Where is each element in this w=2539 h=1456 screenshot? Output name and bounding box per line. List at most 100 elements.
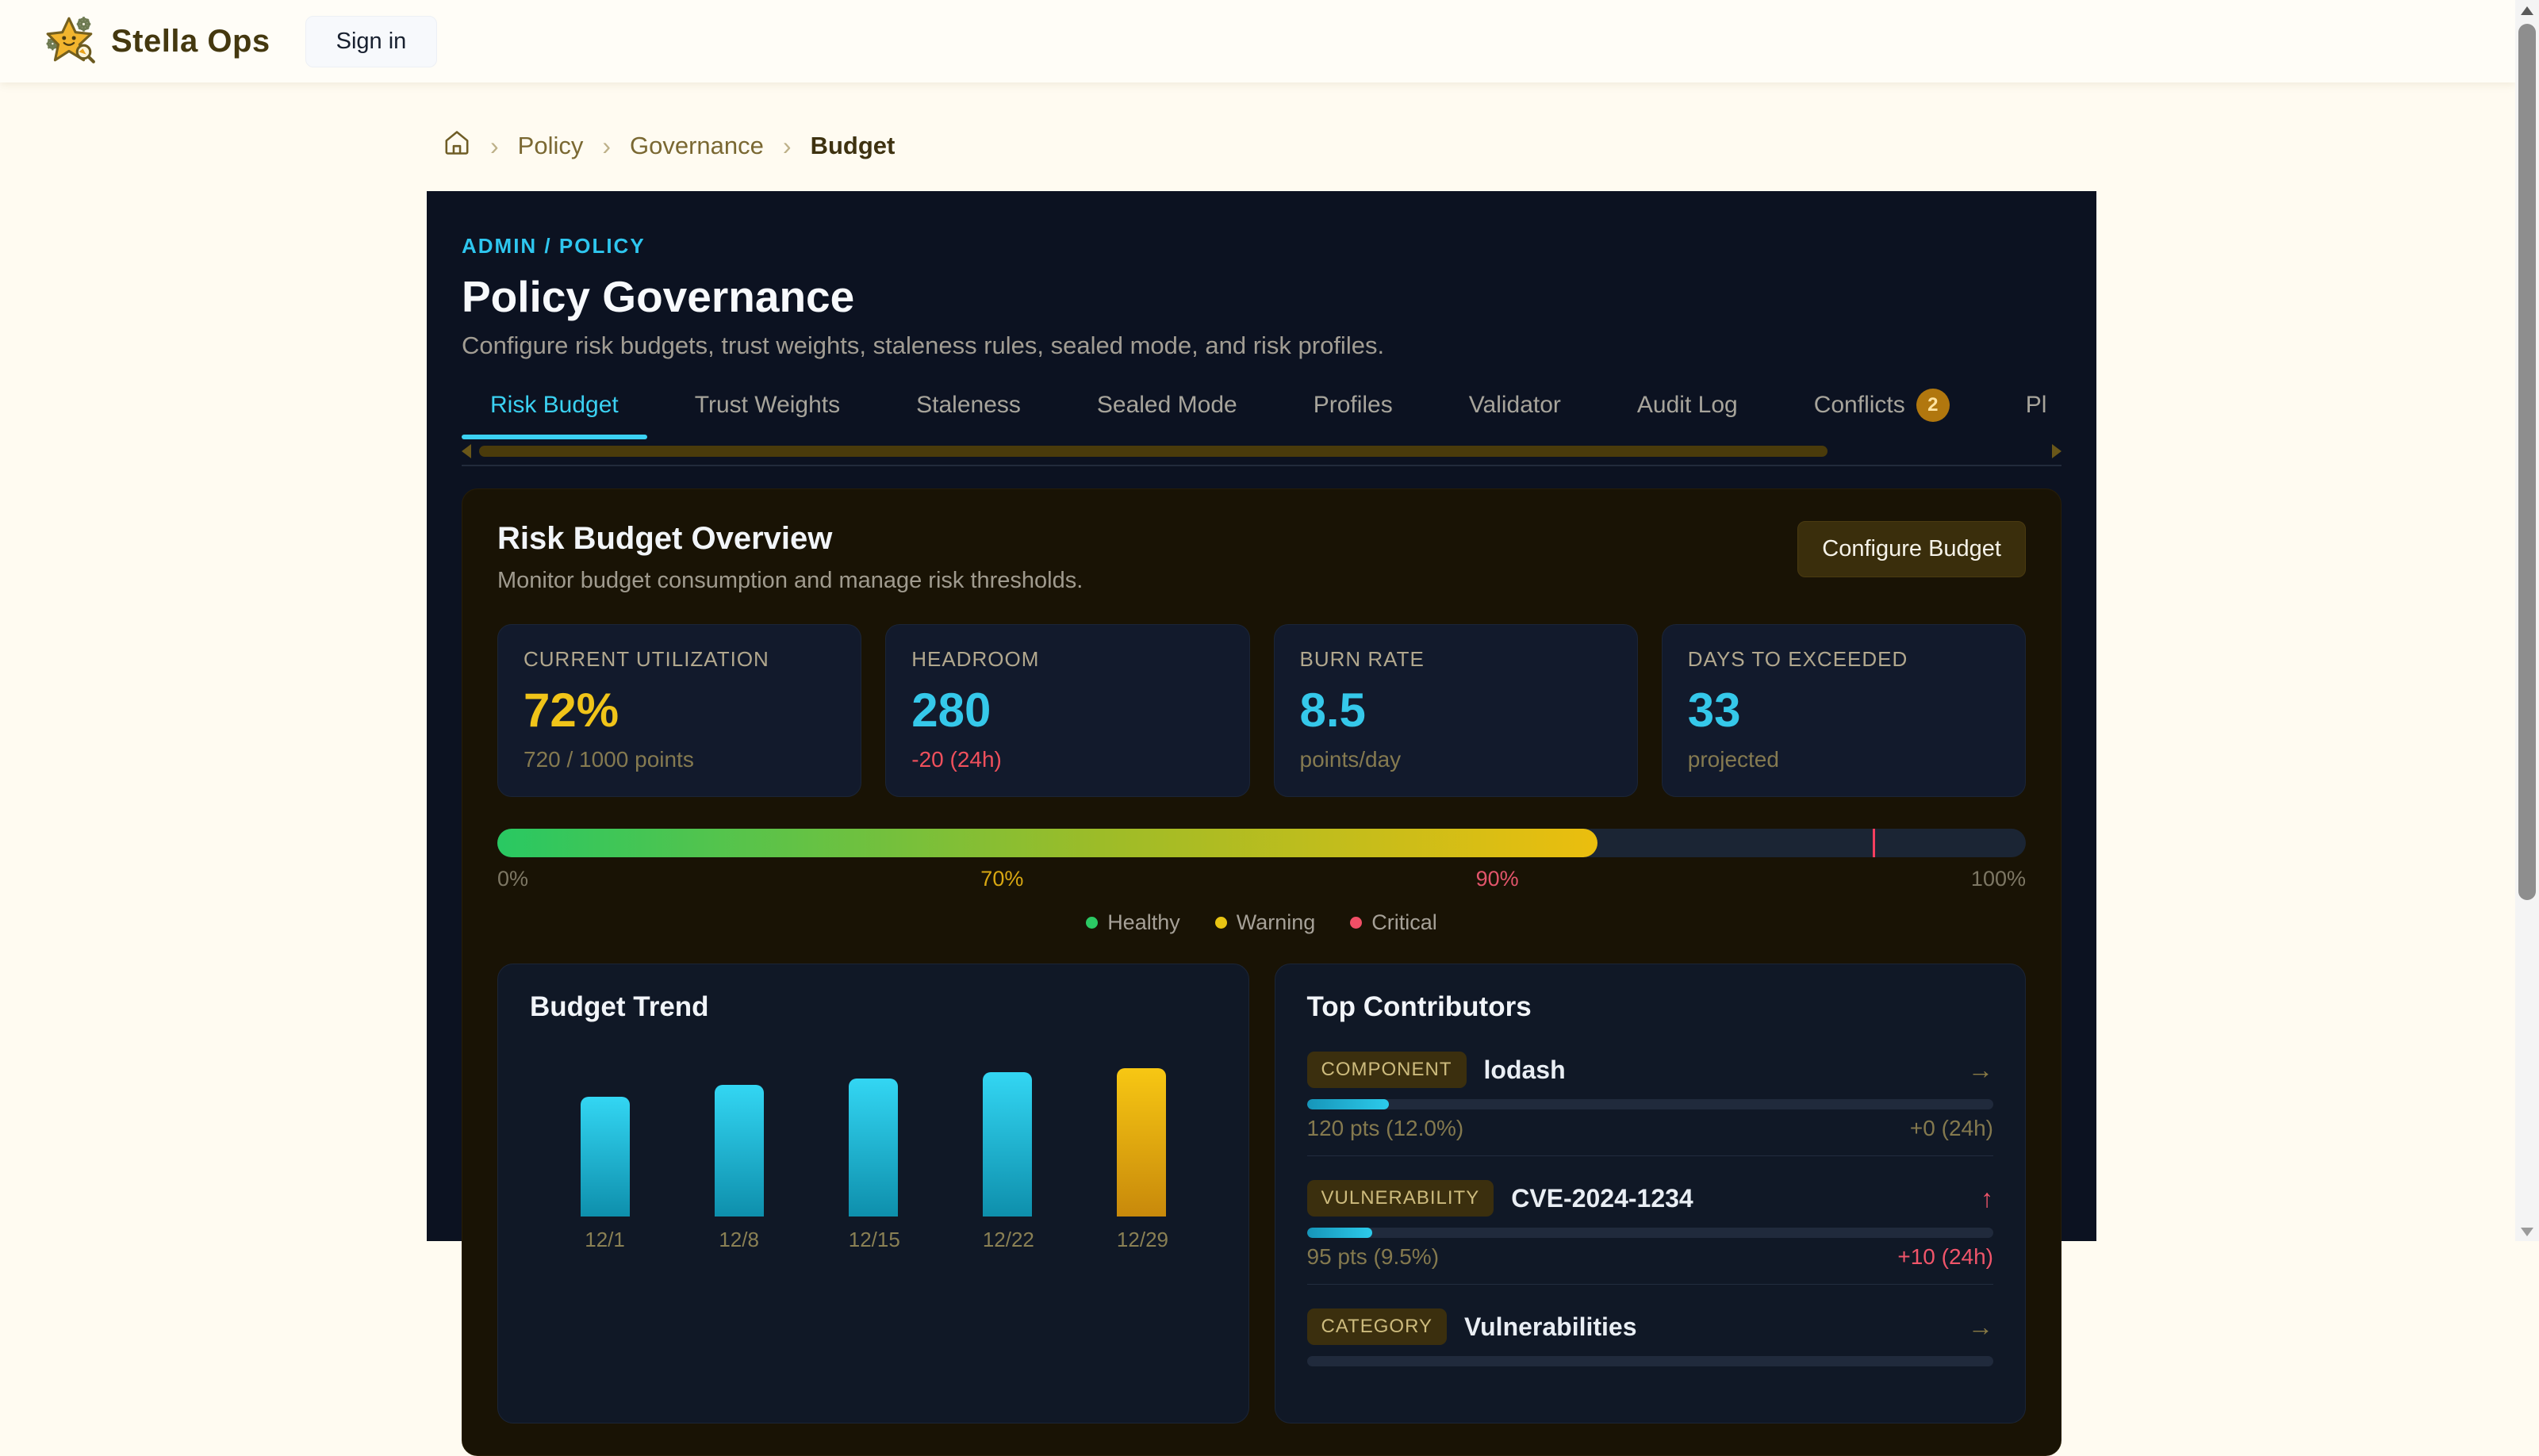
tab-profiles[interactable]: Profiles [1285,389,1421,439]
breadcrumb-separator-icon: › [602,132,611,161]
trend-tick-label: 12/29 [1117,1228,1166,1252]
type-badge: COMPONENT [1307,1052,1467,1088]
gauge-legend: Healthy Warning Critical [497,910,2026,935]
tab-scrollbar[interactable] [462,444,2061,458]
contributor-row-lodash[interactable]: COMPONENT lodash → 120 pts (12.0%) +0 (2… [1307,1052,1994,1141]
tab-audit-log[interactable]: Audit Log [1609,389,1766,439]
warning-dot-icon [1215,917,1227,929]
scrollbar-down-arrow-icon[interactable] [2521,1228,2533,1236]
trend-bar [715,1085,764,1217]
contributor-delta: +0 (24h) [1910,1116,1993,1141]
stat-sub: points/day [1300,747,1612,772]
trend-bar [983,1072,1032,1217]
page-title: Policy Governance [462,271,2061,322]
tab-label: Profiles [1314,392,1393,419]
tab-label: Sealed Mode [1097,392,1237,419]
breadcrumb: › Policy › Governance › Budget [443,128,895,163]
budget-trend-card: Budget Trend 12/1 12/8 12/15 12/22 12/29 [497,964,1249,1423]
scrollbar-thumb[interactable] [2518,24,2536,900]
tab-label: Validator [1469,392,1561,419]
tab-label: Conflicts [1814,392,1905,419]
trend-axis-labels: 12/1 12/8 12/15 12/22 12/29 [530,1228,1217,1252]
row-divider [1307,1284,1994,1285]
configure-budget-button[interactable]: Configure Budget [1797,521,2026,577]
contributor-bar-track [1307,1099,1994,1109]
trend-bar-current [1117,1068,1166,1217]
legend-label: Warning [1237,910,1316,935]
contributor-bar-fill [1307,1228,1372,1238]
gauge-label-0: 0% [497,867,528,891]
tab-label: Risk Budget [490,392,619,419]
trend-tick-label: 12/15 [849,1228,898,1252]
gauge-label-100: 100% [1971,867,2026,891]
stat-card-burn-rate: BURN RATE 8.5 points/day [1274,624,1638,797]
contributor-name: Vulnerabilities [1464,1312,1637,1342]
stat-sub: 720 / 1000 points [524,747,835,772]
stat-label: HEADROOM [911,647,1223,672]
sign-in-button[interactable]: Sign in [305,16,438,67]
stat-card-current-utilization: CURRENT UTILIZATION 72% 720 / 1000 point… [497,624,861,797]
tab-bar: Risk Budget Trust Weights Staleness Seal… [462,389,2061,439]
gauge-labels: 0% 70% 90% 100% [497,867,2026,891]
contributor-bar-track [1307,1356,1994,1366]
type-badge: CATEGORY [1307,1308,1447,1345]
row-divider [1307,1155,1994,1156]
tab-bar-divider [462,465,2061,466]
trend-tick-label: 12/8 [715,1228,764,1252]
contributor-points: 120 pts (12.0%) [1307,1116,1464,1141]
browser-vertical-scrollbar[interactable] [2515,0,2539,1241]
tab-trust-weights[interactable]: Trust Weights [666,389,869,439]
contributor-row-cve-2024-1234[interactable]: VULNERABILITY CVE-2024-1234 ↑ 95 pts (9.… [1307,1180,1994,1270]
tab-conflicts[interactable]: Conflicts 2 [1785,389,1978,439]
stats-grid: CURRENT UTILIZATION 72% 720 / 1000 point… [497,624,2026,797]
page-kicker: ADMIN / POLICY [462,234,2061,259]
stat-value: 72% [524,683,835,738]
page-subtitle: Configure risk budgets, trust weights, s… [462,331,2061,360]
star-mascot-logo-icon [44,13,97,70]
legend-label: Healthy [1107,910,1180,935]
conflicts-count-badge: 2 [1916,389,1950,422]
contributor-bar-track [1307,1228,1994,1238]
overview-title: Risk Budget Overview [497,521,1083,557]
utilization-gauge: 0% 70% 90% 100% Healthy Warning Critical [497,829,2026,935]
type-badge: VULNERABILITY [1307,1180,1494,1217]
gauge-critical-threshold-marker [1873,829,1875,857]
breadcrumb-link-governance[interactable]: Governance [630,132,764,160]
stat-card-days-to-exceeded: DAYS TO EXCEEDED 33 projected [1662,624,2026,797]
tab-risk-budget[interactable]: Risk Budget [462,389,647,439]
scroll-left-arrow-icon[interactable] [462,444,471,458]
tab-staleness[interactable]: Staleness [888,389,1049,439]
tab-scrollbar-track[interactable] [478,446,2046,457]
scrollbar-up-arrow-icon[interactable] [2521,6,2533,15]
app-header: Stella Ops Sign in [0,0,2515,82]
legend-item-critical: Critical [1350,910,1437,935]
breadcrumb-separator-icon: › [783,132,792,161]
home-icon[interactable] [443,128,471,163]
contributor-delta: +10 (24h) [1897,1244,1993,1270]
stat-label: BURN RATE [1300,647,1612,672]
contributor-name: lodash [1484,1056,1566,1085]
breadcrumb-link-policy[interactable]: Policy [518,132,584,160]
brand[interactable]: Stella Ops [44,13,270,70]
top-contributors-card: Top Contributors COMPONENT lodash → 120 … [1275,964,2027,1423]
trend-bar [581,1097,630,1217]
trend-flat-arrow-icon: → [1968,1056,1993,1085]
stat-label: CURRENT UTILIZATION [524,647,835,672]
contributor-name: CVE-2024-1234 [1511,1184,1693,1213]
contributor-row-vulnerabilities[interactable]: CATEGORY Vulnerabilities → [1307,1308,1994,1373]
healthy-dot-icon [1086,917,1098,929]
top-contributors-title: Top Contributors [1307,991,1994,1023]
tab-validator[interactable]: Validator [1440,389,1590,439]
tab-scrollbar-thumb[interactable] [479,446,1828,457]
tab-clipped[interactable]: Pl [1997,389,2061,439]
legend-item-warning: Warning [1215,910,1316,935]
budget-trend-chart [530,1042,1217,1217]
gauge-label-70: 70% [980,867,1023,891]
critical-dot-icon [1350,917,1362,929]
tab-label: Pl [2026,392,2047,419]
scroll-right-arrow-icon[interactable] [2052,444,2061,458]
tab-label: Audit Log [1637,392,1738,419]
gauge-track [497,829,2026,857]
tab-sealed-mode[interactable]: Sealed Mode [1068,389,1266,439]
brand-title: Stella Ops [111,24,270,59]
